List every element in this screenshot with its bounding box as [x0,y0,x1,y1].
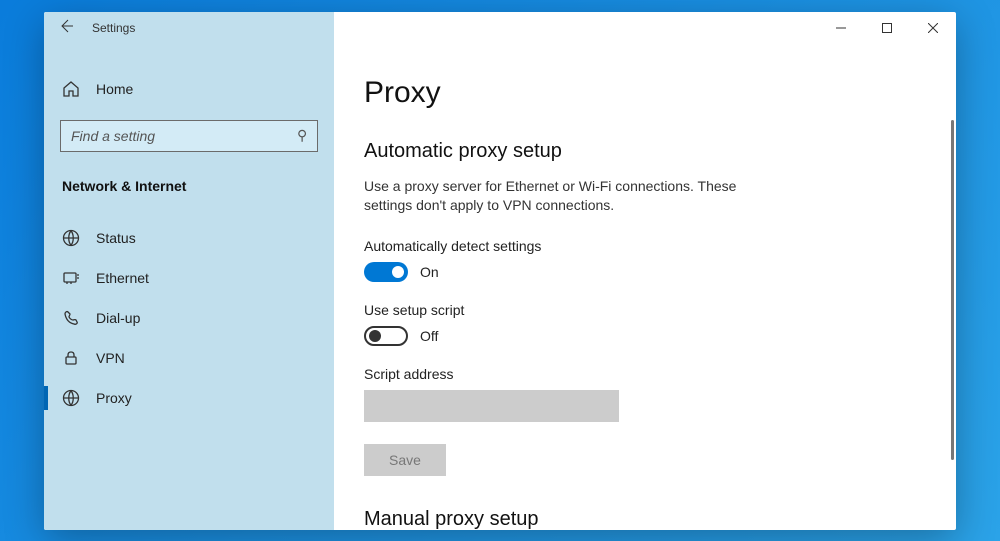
sidebar-item-label: Status [96,230,136,246]
sidebar: Home ⚲ Network & Internet Status Etherne… [44,12,334,530]
minimize-button[interactable] [818,12,864,44]
use-script-toggle[interactable] [364,326,408,346]
sidebar-item-status[interactable]: Status [44,218,334,258]
ethernet-icon [62,269,80,287]
sidebar-item-ethernet[interactable]: Ethernet [44,258,334,298]
use-script-state: Off [420,328,438,344]
search-icon: ⚲ [297,127,307,144]
script-address-label: Script address [364,366,926,382]
maximize-button[interactable] [864,12,910,44]
script-address-input[interactable] [364,390,619,422]
back-button[interactable] [58,18,74,38]
search-input[interactable] [71,128,297,144]
sidebar-item-proxy[interactable]: Proxy [44,378,334,418]
titlebar: Settings [44,12,956,44]
sidebar-item-label: Ethernet [96,270,149,286]
vpn-icon [62,349,80,367]
sidebar-category: Network & Internet [44,170,334,202]
page-title: Proxy [364,76,926,110]
manual-section-heading: Manual proxy setup [364,508,926,530]
window-title: Settings [92,21,135,35]
sidebar-item-vpn[interactable]: VPN [44,338,334,378]
sidebar-item-label: Dial-up [96,310,140,326]
sidebar-item-label: Proxy [96,390,132,406]
auto-section-description: Use a proxy server for Ethernet or Wi-Fi… [364,177,784,216]
use-script-label: Use setup script [364,302,926,318]
sidebar-item-label: VPN [96,350,125,366]
main-content[interactable]: Proxy Automatic proxy setup Use a proxy … [334,12,956,530]
proxy-icon [62,389,80,407]
save-button[interactable]: Save [364,444,446,476]
sidebar-item-dialup[interactable]: Dial-up [44,298,334,338]
search-box[interactable]: ⚲ [60,120,318,152]
scrollbar-thumb[interactable] [951,120,954,460]
auto-detect-state: On [420,264,439,280]
auto-detect-label: Automatically detect settings [364,238,926,254]
sidebar-home[interactable]: Home [44,72,334,106]
close-button[interactable] [910,12,956,44]
auto-section-heading: Automatic proxy setup [364,140,926,163]
settings-window: Settings Home ⚲ [44,12,956,530]
status-icon [62,229,80,247]
auto-detect-toggle[interactable] [364,262,408,282]
dialup-icon [62,309,80,327]
sidebar-home-label: Home [96,81,133,97]
home-icon [62,80,80,98]
